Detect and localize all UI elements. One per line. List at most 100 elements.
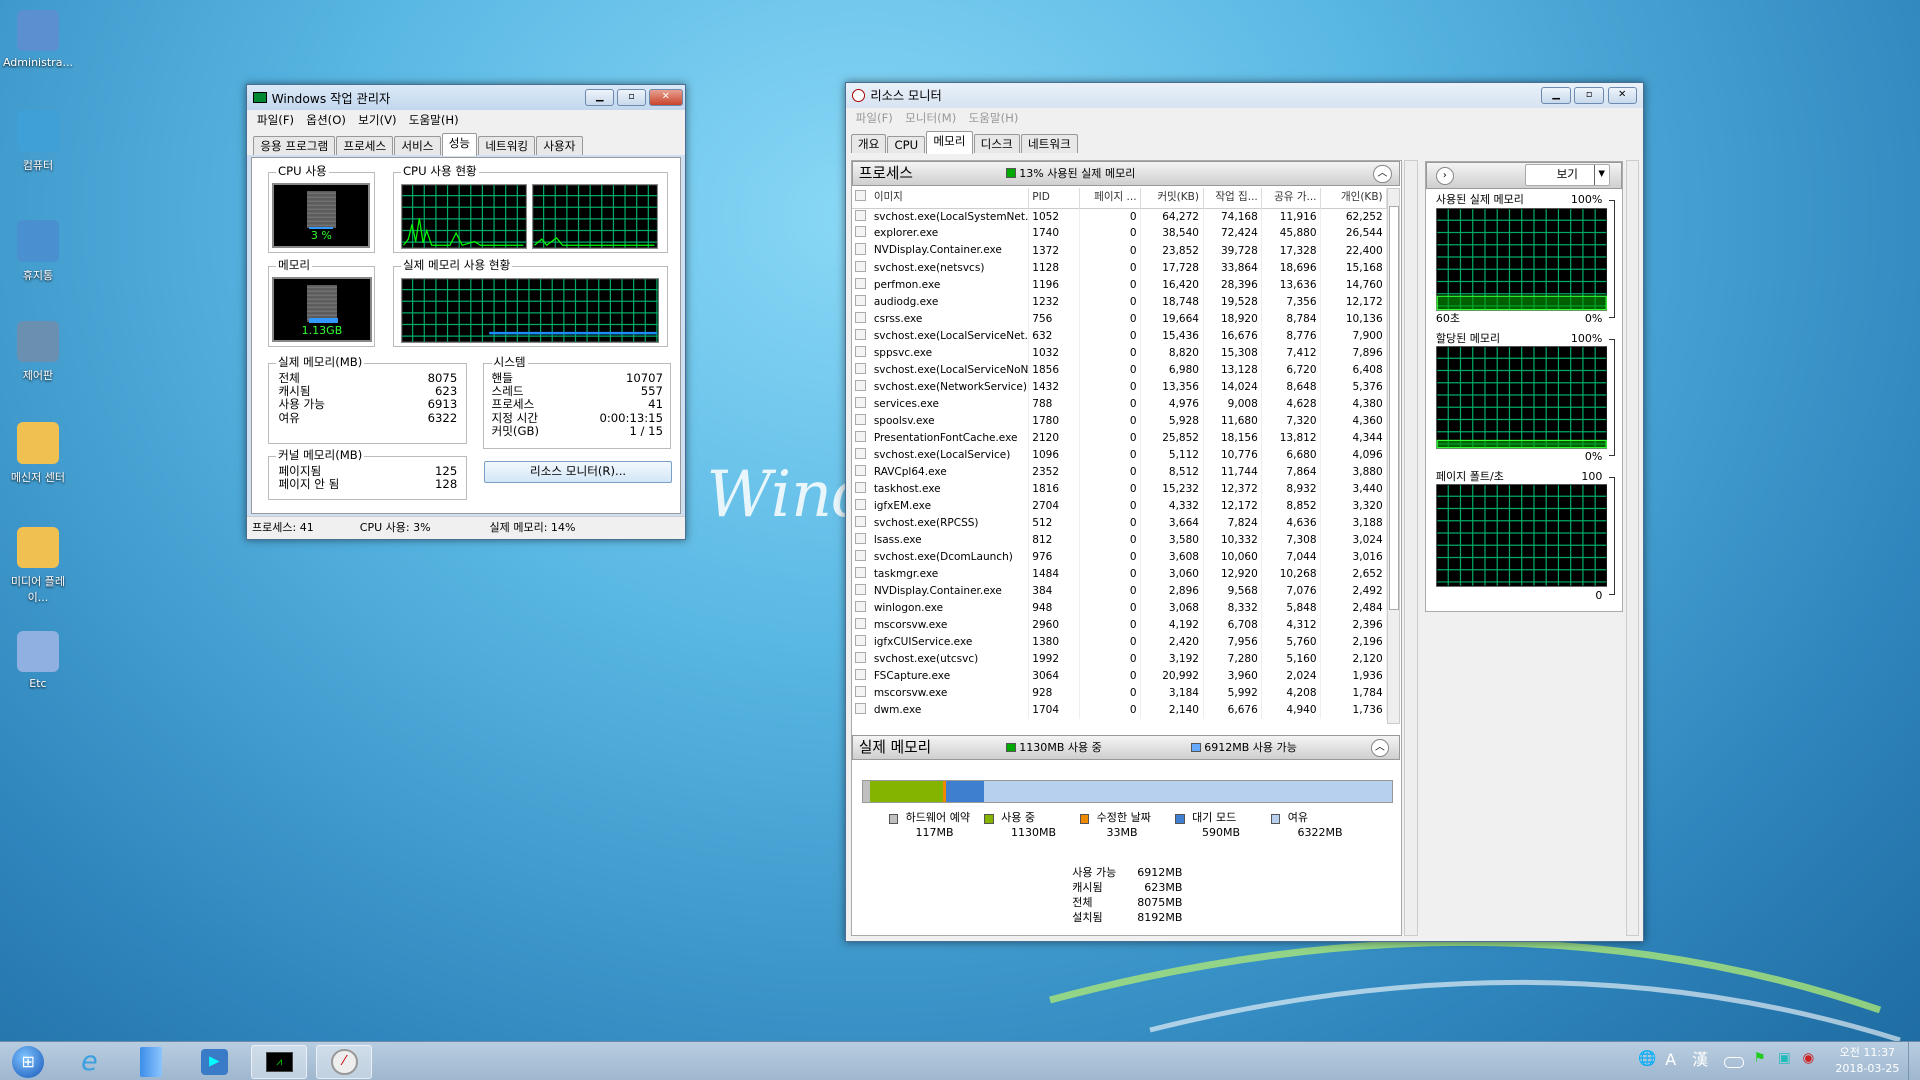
process-row[interactable]: lsass.exe 812 0 3,580 10,332 7,308 3,024 [851, 532, 1387, 550]
desktop-icon[interactable]: Administra... [2, 9, 73, 69]
process-checkbox[interactable] [855, 362, 867, 374]
tab[interactable]: 응용 프로그램 [253, 136, 336, 156]
toggle-icon[interactable] [1724, 1056, 1744, 1068]
desktop-icon[interactable]: 제어판 [2, 320, 73, 384]
process-row[interactable]: svchost.exe(LocalServiceNoN... 1856 0 6,980… [851, 362, 1387, 380]
menu-item[interactable]: 도움말(H) [409, 112, 459, 128]
process-checkbox[interactable] [855, 447, 867, 459]
process-row[interactable]: PresentationFontCache.exe 2120 0 25,852 18,1… [851, 430, 1387, 448]
process-checkbox[interactable] [855, 498, 867, 510]
process-checkbox[interactable] [855, 566, 867, 578]
process-row[interactable]: audiodg.exe 1232 0 18,748 19,528 7,356 12,172 [851, 294, 1387, 312]
close-button[interactable]: ✕ [1607, 86, 1637, 104]
process-checkbox[interactable] [855, 685, 867, 697]
menu-item[interactable]: 보기(V) [358, 112, 396, 128]
process-row[interactable]: taskhost.exe 1816 0 15,232 12,372 8,932 3,440 [851, 481, 1387, 499]
process-row[interactable]: svchost.exe(LocalSystemNet... 1052 0 64,272… [851, 208, 1387, 226]
process-checkbox[interactable] [855, 430, 867, 442]
view-dropdown[interactable]: 보기 ▼ [1525, 164, 1610, 187]
process-row[interactable]: svchost.exe(netsvcs) 1128 0 17,728 33,864 18,… [851, 259, 1387, 277]
taskbar-resource-monitor[interactable]: ⁄ [315, 1045, 373, 1079]
tab[interactable]: 사용자 [536, 136, 583, 156]
column-header[interactable]: 공유 가... [1261, 188, 1322, 209]
taskbar-media-player[interactable]: ▶ [186, 1045, 242, 1078]
process-row[interactable]: explorer.exe 1740 0 38,540 72,424 45,880 26,54… [851, 225, 1387, 243]
process-row[interactable]: RAVCpl64.exe 2352 0 8,512 11,744 7,864 3,880 [851, 464, 1387, 482]
process-checkbox[interactable] [855, 702, 867, 714]
process-row[interactable]: NVDisplay.Container.exe 384 0 2,896 9,568 7,0… [851, 583, 1387, 601]
collapse-chevron-icon[interactable]: ︿ [1370, 738, 1390, 758]
tab[interactable]: CPU [887, 135, 926, 153]
process-row[interactable]: perfmon.exe 1196 0 16,420 28,396 13,636 14,760 [851, 276, 1387, 294]
taskbar-task-manager[interactable]: ⩘ [251, 1045, 308, 1079]
process-checkbox[interactable] [855, 260, 867, 272]
process-row[interactable]: services.exe 788 0 4,976 9,008 4,628 4,380 [851, 396, 1387, 414]
taskbar-explorer[interactable] [122, 1045, 178, 1078]
action-center-flag-icon[interactable]: ⚑ [1753, 1051, 1765, 1065]
language-bar-icon[interactable]: 🌐 [1638, 1051, 1656, 1067]
expand-arrow-icon[interactable]: › [1435, 167, 1454, 186]
process-row[interactable]: mscorsvw.exe 928 0 3,184 5,992 4,208 1,784 [851, 685, 1387, 703]
process-row[interactable]: igfxEM.exe 2704 0 4,332 12,172 8,852 3,320 [851, 498, 1387, 516]
menu-item[interactable]: 모니터(M) [905, 110, 956, 126]
clock[interactable]: 오전 11:37 2018-03-25 [1831, 1045, 1904, 1077]
tab[interactable]: 메모리 [926, 130, 973, 154]
process-table-scrollbar[interactable] [1386, 188, 1401, 725]
taskbar-internet-explorer[interactable]: e [61, 1045, 117, 1078]
process-row[interactable]: mscorsvw.exe 2960 0 4,192 6,708 4,312 2,396 [851, 617, 1387, 635]
process-checkbox[interactable] [855, 668, 867, 680]
select-all-checkbox[interactable] [855, 190, 867, 202]
column-header[interactable]: PID [1028, 188, 1081, 209]
process-row[interactable]: svchost.exe(NetworkService) 1432 0 13,356 14… [851, 379, 1387, 397]
process-checkbox[interactable] [855, 634, 867, 646]
process-checkbox[interactable] [855, 481, 867, 493]
process-checkbox[interactable] [855, 294, 867, 306]
minimize-button[interactable]: ▁ [1541, 86, 1571, 104]
process-row[interactable]: svchost.exe(RPCSS) 512 0 3,664 7,824 4,636 3,1… [851, 515, 1387, 533]
left-pane-scrollbar[interactable] [1404, 160, 1418, 937]
process-row[interactable]: dwm.exe 1704 0 2,140 6,676 4,940 1,736 [851, 702, 1387, 720]
process-row[interactable]: winlogon.exe 948 0 3,068 8,332 5,848 2,484 [851, 600, 1387, 618]
maximize-button[interactable]: ▫ [616, 89, 647, 107]
collapse-chevron-icon[interactable]: ︿ [1373, 164, 1392, 183]
process-checkbox[interactable] [855, 209, 867, 221]
menu-item[interactable]: 파일(F) [856, 110, 893, 126]
minimize-button[interactable]: ▁ [585, 89, 615, 107]
process-checkbox[interactable] [855, 515, 867, 527]
process-row[interactable]: svchost.exe(LocalService) 1096 0 5,112 10,77… [851, 447, 1387, 465]
menu-item[interactable]: 파일(F) [257, 112, 294, 128]
tab[interactable]: 프로세스 [336, 136, 394, 156]
process-checkbox[interactable] [855, 464, 867, 476]
graph-pane-scrollbar[interactable] [1625, 160, 1640, 937]
process-row[interactable]: svchost.exe(utcsvc) 1992 0 3,192 7,280 5,160 2… [851, 651, 1387, 669]
column-header[interactable]: 작업 집... [1203, 188, 1263, 209]
column-header[interactable]: 페이지 ... [1079, 188, 1142, 209]
process-row[interactable]: svchost.exe(LocalServiceNet... 632 0 15,436… [851, 328, 1387, 346]
tab[interactable]: 네트워크 [1020, 133, 1078, 153]
column-header[interactable]: 개인(KB) [1320, 188, 1387, 209]
column-header[interactable]: 커밋(KB) [1140, 188, 1204, 209]
process-checkbox[interactable] [855, 617, 867, 629]
process-checkbox[interactable] [855, 583, 867, 595]
process-row[interactable]: NVDisplay.Container.exe 1372 0 23,852 39,728… [851, 242, 1387, 260]
process-row[interactable]: spoolsv.exe 1780 0 5,928 11,680 7,320 4,360 [851, 413, 1387, 431]
tab[interactable]: 성능 [441, 133, 478, 157]
process-checkbox[interactable] [855, 379, 867, 391]
desktop-icon[interactable]: 메신저 센터 [2, 422, 73, 485]
process-row[interactable]: igfxCUIService.exe 1380 0 2,420 7,956 5,760 2,… [851, 634, 1387, 652]
scrollbar-thumb[interactable] [1388, 206, 1399, 611]
desktop-icon[interactable]: 컴퓨터 [2, 110, 73, 173]
desktop-icon[interactable]: Etc [2, 630, 73, 690]
tab[interactable]: 서비스 [394, 136, 441, 156]
ime-hanja[interactable]: 漢 [1692, 1051, 1708, 1068]
menu-item[interactable]: 도움말(H) [968, 110, 1018, 126]
processes-header[interactable]: 프로세스 13% 사용된 실제 메모리 ︿ [851, 161, 1401, 186]
process-row[interactable]: FSCapture.exe 3064 0 20,992 3,960 2,024 1,936 [851, 668, 1387, 686]
process-checkbox[interactable] [855, 600, 867, 612]
process-row[interactable]: csrss.exe 756 0 19,664 18,920 8,784 10,136 [851, 311, 1387, 329]
process-checkbox[interactable] [855, 311, 867, 323]
process-checkbox[interactable] [855, 549, 867, 561]
process-checkbox[interactable] [855, 413, 867, 425]
process-row[interactable]: sppsvc.exe 1032 0 8,820 15,308 7,412 7,896 [851, 345, 1387, 363]
maximize-button[interactable]: ▫ [1574, 86, 1604, 104]
